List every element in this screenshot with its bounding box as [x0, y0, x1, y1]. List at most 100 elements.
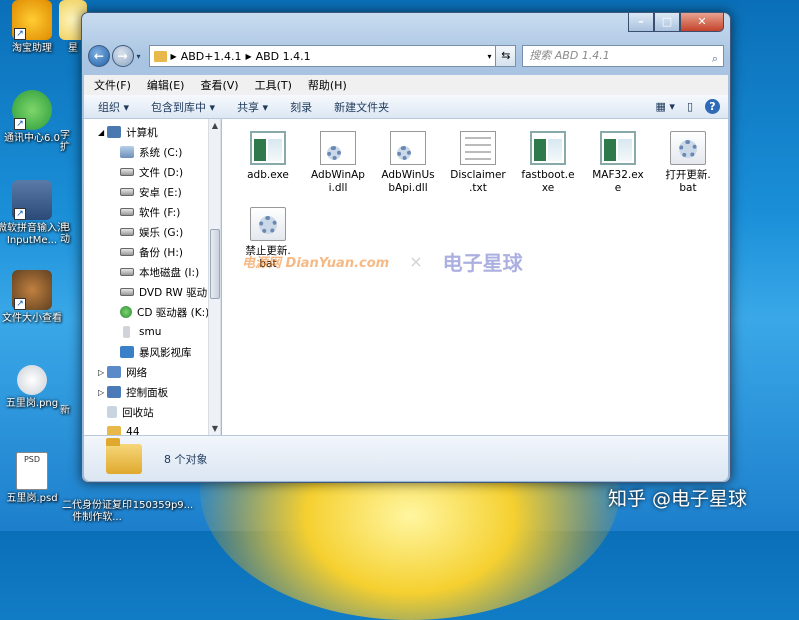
file-item-adbwinapi-dll[interactable]: AdbWinAp i.dll — [304, 131, 372, 195]
item-count: 8 个对象 — [164, 452, 208, 466]
psd-file-icon: PSD — [16, 452, 48, 490]
watermark-dianyuan: 电源网 DianYuan.com — [242, 256, 390, 271]
file-item-adbwinusbapi-dll[interactable]: AdbWinUs bApi.dll — [374, 131, 442, 195]
preview-pane-icon[interactable]: ▯ — [687, 100, 693, 113]
desktop-icon-taobao[interactable]: ↗ 淘宝助理 — [0, 0, 67, 55]
breadcrumb-separator-icon[interactable]: ▶ — [245, 52, 251, 61]
exe-icon — [530, 131, 566, 165]
view-options-icon[interactable]: ▦ ▾ — [656, 100, 675, 113]
new-folder-button[interactable]: 新建文件夹 — [334, 99, 389, 115]
address-bar[interactable]: ▶ ABD+1.4.1 ▶ ABD 1.4.1 ▾ — [148, 45, 497, 67]
tree-item-cd-k[interactable]: CD 驱动器 (K:) — [120, 303, 209, 321]
address-row: ← → ▾ ▶ ABD+1.4.1 ▶ ABD 1.4.1 ▾ ⇆ 搜索 ABD… — [88, 43, 724, 69]
explorer-window: – □ ✕ ← → ▾ ▶ ABD+1.4.1 ▶ ABD 1.4.1 ▾ ⇆ … — [81, 12, 731, 483]
share-button[interactable]: 共享 ▾ — [237, 99, 268, 115]
desktop-icon-image[interactable]: 150359p9... — [128, 500, 198, 512]
file-item-fastboot-exe[interactable]: fastboot.e xe — [514, 131, 582, 195]
tree-item-drive-f[interactable]: 软件 (F:) — [120, 203, 180, 221]
folder-icon — [106, 437, 142, 474]
details-pane: 8 个对象 — [84, 435, 728, 481]
drive-icon — [120, 248, 134, 256]
organize-button[interactable]: 组织 ▾ — [98, 99, 129, 115]
history-dropdown-icon[interactable]: ▾ — [137, 52, 141, 61]
file-item-disclaimer-txt[interactable]: Disclaimer .txt — [444, 131, 512, 195]
desktop-icon-font[interactable]: 字扩 — [58, 130, 82, 154]
file-item-maf32-exe[interactable]: MAF32.ex e — [584, 131, 652, 195]
help-icon[interactable]: ? — [705, 99, 720, 114]
desktop-icon-elec[interactable]: 电动 — [58, 222, 82, 246]
desktop-icon-pinyin[interactable]: ↗ 微软拼音输入法InputMe... — [0, 180, 67, 247]
refresh-button[interactable]: ⇆ — [496, 45, 517, 67]
close-button[interactable]: ✕ — [680, 13, 724, 32]
breadcrumb-separator-icon[interactable]: ▶ — [171, 52, 177, 61]
cd-icon — [120, 306, 132, 318]
batch-file-icon — [250, 207, 286, 241]
phone-icon — [123, 326, 130, 338]
back-button[interactable]: ← — [88, 45, 110, 67]
menu-help[interactable]: 帮助(H) — [308, 77, 347, 93]
system-drive-icon — [120, 146, 134, 158]
tree-item-smu[interactable]: smu — [120, 323, 161, 341]
folder-icon — [107, 426, 122, 435]
phone-app-icon: ↗ — [12, 90, 52, 130]
png-file-icon — [17, 365, 47, 395]
computer-icon — [107, 126, 122, 138]
desktop-icon-psd[interactable]: PSD 五里岗.psd — [0, 452, 67, 505]
desktop-icon-filesize[interactable]: ↗ 文件大小查看 — [0, 270, 67, 325]
menu-file[interactable]: 文件(F) — [94, 77, 131, 93]
tree-item-drive-i[interactable]: 本地磁盘 (I:) — [120, 263, 199, 281]
media-icon — [120, 346, 134, 358]
address-dropdown-icon[interactable]: ▾ — [487, 52, 491, 61]
tree-item-drive-d[interactable]: 文件 (D:) — [120, 163, 183, 181]
drive-icon — [120, 168, 134, 176]
drive-icon — [120, 268, 134, 276]
maximize-button[interactable]: □ — [654, 13, 680, 32]
menu-tools[interactable]: 工具(T) — [255, 77, 292, 93]
menu-edit[interactable]: 编辑(E) — [147, 77, 185, 93]
computer-icon: ↗ — [12, 180, 52, 220]
network-icon — [107, 366, 122, 378]
drive-icon — [120, 208, 134, 216]
desktop-icon-idcard[interactable]: 二代身份证复印件制作软... — [62, 500, 132, 524]
tree-item-drive-e[interactable]: 安卓 (E:) — [120, 183, 182, 201]
drive-icon — [120, 228, 134, 236]
breadcrumb-abd-parent[interactable]: ABD+1.4.1 — [181, 50, 242, 63]
folder-icon — [153, 50, 167, 62]
burn-button[interactable]: 刻录 — [290, 99, 312, 115]
file-item-open-update-bat[interactable]: 打开更新. bat — [654, 131, 722, 195]
search-input[interactable]: 搜索 ABD 1.4.1 ⌕ — [522, 45, 724, 67]
menu-view[interactable]: 查看(V) — [200, 77, 238, 93]
search-icon[interactable]: ⌕ — [712, 49, 718, 69]
tree-item-drive-c[interactable]: 系统 (C:) — [120, 143, 182, 161]
breadcrumb-abd-current[interactable]: ABD 1.4.1 — [256, 50, 311, 63]
tree-item-control-panel[interactable]: ▷ 控制面板 — [98, 383, 168, 401]
tree-item-network[interactable]: ▷ 网络 — [98, 363, 147, 381]
recycle-bin-icon — [107, 406, 118, 418]
scroll-thumb[interactable] — [210, 229, 220, 299]
file-item-adb-exe[interactable]: adb.exe — [234, 131, 302, 182]
gear-icon — [397, 146, 411, 160]
tree-item-dvd[interactable]: DVD RW 驱动 — [120, 283, 207, 301]
scroll-up-icon[interactable]: ▲ — [209, 121, 220, 130]
tree-item-computer[interactable]: ◢ 计算机 — [98, 123, 158, 141]
tree-item-drive-g[interactable]: 娱乐 (G:) — [120, 223, 183, 241]
dvd-icon — [120, 288, 134, 296]
navigation-pane: ◢ 计算机 系统 (C:) 文件 (D:) 安卓 (E:) 软件 (F:) 娱乐 … — [84, 119, 221, 435]
caption-buttons: – □ ✕ — [628, 13, 724, 32]
tree-item-baofeng[interactable]: 暴风影视库 — [120, 343, 192, 361]
tree-item-drive-h[interactable]: 备份 (H:) — [120, 243, 183, 261]
zhihu-watermark: 知乎 @电子星球 — [608, 488, 748, 510]
tree-item-44[interactable]: ▷44 — [98, 423, 140, 435]
scroll-down-icon[interactable]: ▼ — [209, 424, 220, 433]
tree-item-recycle-bin[interactable]: ▷回收站 — [98, 403, 154, 421]
exe-icon — [250, 131, 286, 165]
minimize-button[interactable]: – — [628, 13, 654, 32]
nav-scrollbar[interactable]: ▲ ▼ — [208, 119, 220, 435]
dll-icon — [320, 131, 356, 165]
forward-button[interactable]: → — [111, 45, 134, 67]
desktop-icon-png[interactable]: 五里岗.png — [0, 365, 67, 410]
taobao-icon: ↗ — [12, 0, 52, 40]
desktop-icon-comm-center[interactable]: ↗ 通讯中心6.0 — [0, 90, 67, 145]
include-in-library-button[interactable]: 包含到库中 ▾ — [151, 99, 215, 115]
desktop-icon-new[interactable]: 新 — [58, 405, 82, 417]
